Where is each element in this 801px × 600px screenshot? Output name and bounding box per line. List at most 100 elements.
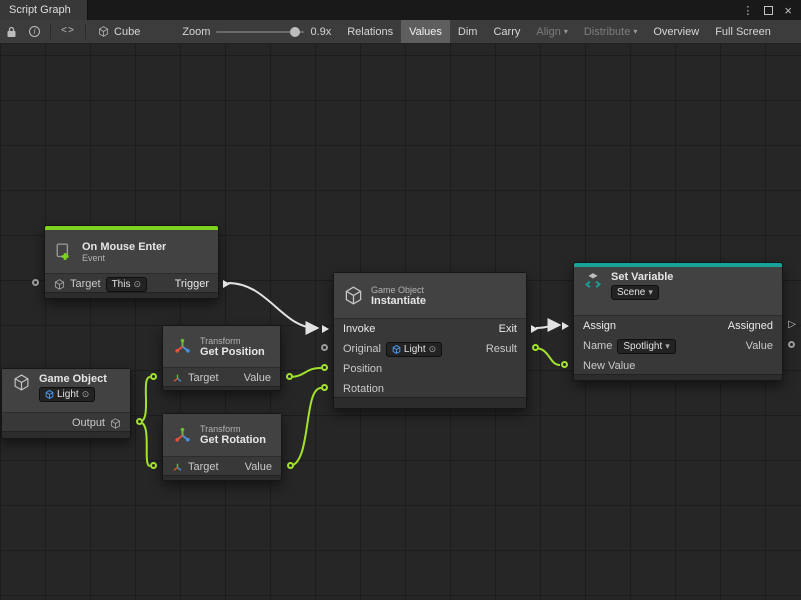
invoke-input-port[interactable] [322,325,329,333]
assign-input-port[interactable] [562,322,569,330]
output-label: Output [72,417,105,429]
assigned-output-port[interactable]: ▷ [788,320,796,330]
fullscreen-button[interactable]: Full Screen [707,20,779,43]
result-label: Result [486,343,517,355]
exit-output-port[interactable] [531,325,538,333]
distribute-button[interactable]: Distribute▾ [576,20,645,43]
carry-button[interactable]: Carry [485,20,528,43]
port-row: Position [334,359,526,379]
wire-result-newvalue [535,348,560,365]
node-title: Game Object [39,373,107,385]
game-object-icon [342,285,364,307]
node-on-mouse-enter[interactable]: On Mouse Enter Event Target This ⊙ Trigg… [44,225,219,299]
window-tab-bar: Script Graph ⋮ × [0,0,801,20]
values-button[interactable]: Values [401,20,450,43]
close-icon[interactable]: × [784,4,792,17]
node-header: Game Object Instantiate [334,273,526,319]
variable-name-dropdown[interactable]: Spotlight ▾ [617,339,675,354]
toolbar-divider [85,24,86,39]
game-object-icon [10,373,32,391]
game-object-mini-icon [392,345,401,354]
node-title: Get Position [200,346,265,358]
position-label: Position [343,363,382,375]
zoom-slider-thumb[interactable] [290,27,300,37]
target-input-port[interactable] [32,279,39,286]
light-object-field[interactable]: Light ⊙ [39,387,95,402]
window-controls: ⋮ × [742,0,801,20]
wire-output-getrotation [139,422,150,466]
graph-breadcrumb[interactable]: Cube [90,26,148,38]
node-get-position[interactable]: Transform Get Position Target Value [162,325,281,391]
info-icon[interactable]: i [23,20,46,43]
node-instantiate[interactable]: Game Object Instantiate Invoke Exit Orig… [333,272,527,409]
node-set-variable[interactable]: Set Variable Scene ▾ Assign Assigned ▷ N… [573,262,783,381]
target-input-port[interactable] [150,373,157,380]
chevron-down-icon: ▾ [648,287,653,298]
dim-button[interactable]: Dim [450,20,486,43]
variable-scope-dropdown[interactable]: Scene ▾ [611,285,659,300]
object-picker-icon[interactable]: ⊙ [133,279,141,290]
value-output-port[interactable] [286,373,293,380]
node-light-object[interactable]: Game Object Light ⊙ Output [1,368,131,439]
position-input-port[interactable] [321,364,328,371]
overview-button[interactable]: Overview [645,20,707,43]
tab-script-graph[interactable]: Script Graph [0,0,88,20]
script-graph-window: Script Graph ⋮ × i <> Cube Zoom 0.9x [0,0,801,600]
node-footer [574,374,782,380]
new-value-input-port[interactable] [561,361,568,368]
chevron-down-icon: ▾ [564,27,568,36]
result-output-port[interactable] [532,344,539,351]
node-footer [2,431,130,438]
value-output-port[interactable] [788,341,795,348]
value-label: Value [245,461,272,473]
code-preview-icon[interactable]: <> [55,20,81,43]
node-category: Game Object [371,285,426,295]
output-port[interactable] [136,418,143,425]
maximize-icon[interactable] [764,6,773,15]
zoom-slider[interactable] [216,31,304,33]
wire-exit-assign [536,325,558,328]
exit-label: Exit [499,323,517,335]
align-button[interactable]: Align▾ [528,20,575,43]
transform-mini-icon [172,462,183,473]
graph-canvas[interactable]: On Mouse Enter Event Target This ⊙ Trigg… [0,44,801,600]
node-title: Set Variable [611,271,673,283]
node-footer [45,292,218,298]
port-row: Rotation [334,379,526,399]
node-category: Transform [200,336,265,346]
graph-toolbar: i <> Cube Zoom 0.9x Relations Values Dim… [0,20,801,44]
new-value-label: New Value [583,360,635,372]
more-menu-icon[interactable]: ⋮ [742,4,753,17]
wire-trigger-invoke [228,283,316,328]
node-header: Game Object Light ⊙ [2,369,130,413]
game-object-mini-icon [54,279,65,290]
value-output-port[interactable] [287,462,294,469]
tab-label: Script Graph [9,4,71,16]
trigger-output-port[interactable] [223,280,230,288]
assign-label: Assign [583,320,616,332]
target-input-port[interactable] [150,462,157,469]
event-icon [53,241,75,263]
chevron-down-icon: ▾ [665,341,670,352]
value-label: Value [746,340,773,352]
relations-button[interactable]: Relations [339,20,401,43]
port-row: Target Value [163,368,280,388]
object-picker-icon[interactable]: ⊙ [429,344,437,355]
original-object-field[interactable]: Light ⊙ [386,342,442,357]
port-row: Target This ⊙ Trigger [45,274,218,294]
this-object-field[interactable]: This ⊙ [106,277,147,292]
node-get-rotation[interactable]: Transform Get Rotation Target Value [162,413,282,481]
original-input-port[interactable] [321,344,328,351]
rotation-input-port[interactable] [321,384,328,391]
port-row: New Value [574,356,782,376]
object-picker-icon[interactable]: ⊙ [82,389,90,400]
lock-icon[interactable] [0,20,23,43]
cube-icon [98,26,109,37]
toolbar-divider [50,24,51,39]
node-title: On Mouse Enter [82,241,166,253]
port-row: Original Light ⊙ Result [334,339,526,359]
game-object-mini-icon [45,390,54,399]
zoom-control: Zoom 0.9x [182,26,331,38]
game-object-mini-icon [110,418,121,429]
node-header: Transform Get Position [163,326,280,368]
